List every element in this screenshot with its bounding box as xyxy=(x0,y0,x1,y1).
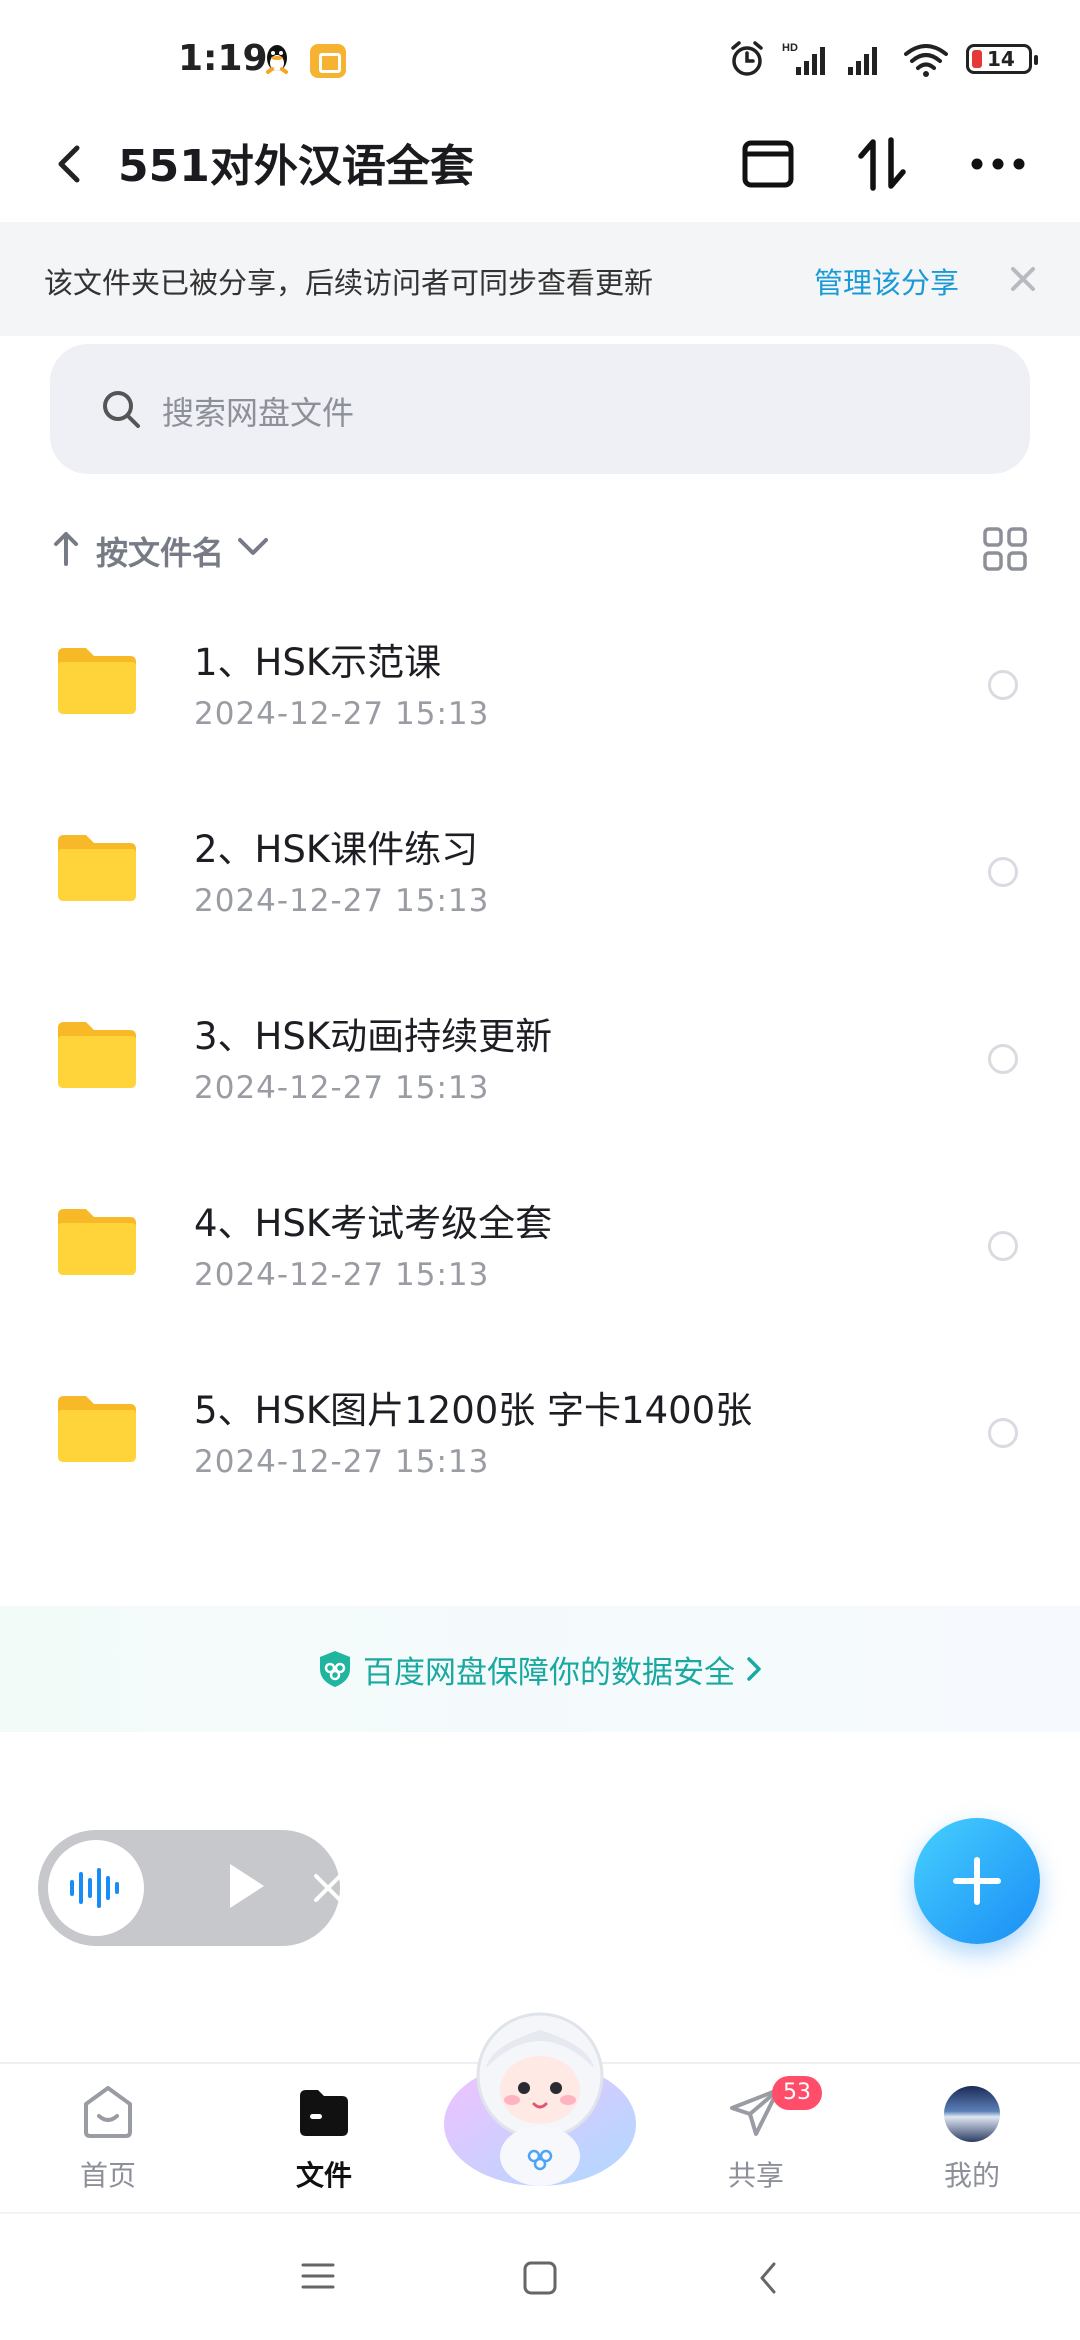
folder-icon xyxy=(58,835,136,901)
home-square-icon[interactable] xyxy=(522,2260,558,2296)
file-name: 1、HSK示范课 xyxy=(194,641,442,684)
close-banner-icon[interactable] xyxy=(1008,264,1038,294)
manage-share-link[interactable]: 管理该分享 xyxy=(814,260,959,302)
folder-icon xyxy=(58,1022,136,1088)
transfer-button[interactable] xyxy=(850,132,914,196)
avatar xyxy=(944,2086,1000,2142)
select-radio[interactable] xyxy=(988,1418,1018,1448)
grid-view-icon[interactable] xyxy=(982,526,1028,572)
file-name: 3、HSK动画持续更新 xyxy=(194,1015,553,1058)
close-icon[interactable] xyxy=(310,1870,346,1906)
qq-icon xyxy=(266,45,288,74)
menu-icon[interactable] xyxy=(300,2260,336,2292)
list-item[interactable]: 2、HSK课件练习 2024-12-27 15:13 xyxy=(0,779,1080,965)
file-name: 4、HSK考试考级全套 xyxy=(194,1202,553,1245)
share-badge: 53 xyxy=(772,2076,822,2110)
file-date: 2024-12-27 15:13 xyxy=(194,883,490,919)
header: 551对外汉语全套 xyxy=(0,110,1080,220)
share-banner: 该文件夹已被分享，后续访问者可同步查看更新 管理该分享 xyxy=(0,222,1080,336)
file-date: 2024-12-27 15:13 xyxy=(194,1070,490,1106)
sound-wave-icon xyxy=(70,1868,119,1908)
back-button[interactable] xyxy=(44,138,96,190)
back-triangle-icon[interactable] xyxy=(756,2260,780,2296)
share-banner-text: 该文件夹已被分享，后续访问者可同步查看更新 xyxy=(44,266,654,300)
select-radio[interactable] xyxy=(988,1044,1018,1074)
status-bar: 1:19 HD 14 xyxy=(0,0,1080,120)
mascot-assistant-icon[interactable] xyxy=(440,2006,640,2196)
sort-row: 按文件名 xyxy=(0,522,1080,582)
hd-signal-icon: HD xyxy=(782,42,825,75)
battery-icon: 14 xyxy=(966,44,1038,74)
page-title: 551对外汉语全套 xyxy=(118,141,474,192)
wifi-icon xyxy=(904,44,948,77)
file-date: 2024-12-27 15:13 xyxy=(194,1444,490,1480)
nav-home[interactable]: 首页 xyxy=(0,2064,216,2212)
nav-mine[interactable]: 我的 xyxy=(864,2064,1080,2212)
select-radio[interactable] xyxy=(988,857,1018,887)
add-button[interactable] xyxy=(914,1818,1040,1944)
svg-text:HD: HD xyxy=(782,42,798,54)
chevron-down-icon[interactable] xyxy=(236,536,270,558)
file-name: 5、HSK图片1200张 字卡1400张 xyxy=(194,1389,753,1432)
archive-button[interactable] xyxy=(736,132,800,196)
alarm-icon xyxy=(731,41,763,76)
audio-player[interactable] xyxy=(38,1830,342,1946)
chevron-right-icon xyxy=(747,1657,761,1681)
more-icon xyxy=(971,158,1025,170)
archive-icon xyxy=(742,140,794,188)
file-date: 2024-12-27 15:13 xyxy=(194,696,490,732)
file-date: 2024-12-27 15:13 xyxy=(194,1257,490,1293)
folder-icon xyxy=(58,648,136,714)
voice-wave-button[interactable] xyxy=(48,1840,144,1936)
play-icon[interactable] xyxy=(230,1864,264,1908)
home-icon xyxy=(84,2086,132,2138)
transfer-icon xyxy=(858,137,906,191)
search-input[interactable]: 搜索网盘文件 xyxy=(50,344,1030,474)
nav-home-label: 首页 xyxy=(79,2159,136,2192)
files-icon xyxy=(300,2090,348,2136)
status-icons: HD 14 xyxy=(728,40,1038,78)
list-item[interactable]: 5、HSK图片1200张 字卡1400张 2024-12-27 15:13 xyxy=(0,1340,1080,1526)
file-name: 2、HSK课件练习 xyxy=(194,828,479,871)
nav-files-label: 文件 xyxy=(295,2159,352,2192)
status-time: 1:19 xyxy=(178,38,268,79)
more-button[interactable] xyxy=(966,132,1030,196)
battery-level: 14 xyxy=(987,47,1015,71)
nav-files[interactable]: 文件 xyxy=(216,2064,432,2212)
list-item[interactable]: 1、HSK示范课 2024-12-27 15:13 xyxy=(0,592,1080,778)
signal-icon xyxy=(848,47,877,75)
list-item[interactable]: 3、HSK动画持续更新 2024-12-27 15:13 xyxy=(0,966,1080,1152)
list-item[interactable]: 4、HSK考试考级全套 2024-12-27 15:13 xyxy=(0,1153,1080,1339)
search-icon xyxy=(103,391,140,428)
back-arrow-icon xyxy=(58,145,80,183)
select-radio[interactable] xyxy=(988,670,1018,700)
nav-share[interactable]: 53 共享 xyxy=(648,2064,864,2212)
plus-icon xyxy=(953,1857,1001,1905)
sort-by-name-button[interactable]: 按文件名 xyxy=(96,528,224,574)
safety-text: 百度网盘保障你的数据安全 xyxy=(363,1654,735,1691)
select-radio[interactable] xyxy=(988,1231,1018,1261)
nav-mine-label: 我的 xyxy=(943,2159,1000,2192)
data-safety-banner[interactable]: 百度网盘保障你的数据安全 xyxy=(0,1606,1080,1732)
shield-icon xyxy=(320,1651,350,1687)
folder-icon xyxy=(58,1209,136,1275)
folder-icon xyxy=(58,1396,136,1462)
notification-icon xyxy=(310,44,346,78)
system-nav-bar xyxy=(0,2212,1080,2340)
search-placeholder: 搜索网盘文件 xyxy=(162,394,355,432)
nav-share-label: 共享 xyxy=(727,2159,784,2192)
sort-up-arrow-icon[interactable] xyxy=(52,528,80,568)
